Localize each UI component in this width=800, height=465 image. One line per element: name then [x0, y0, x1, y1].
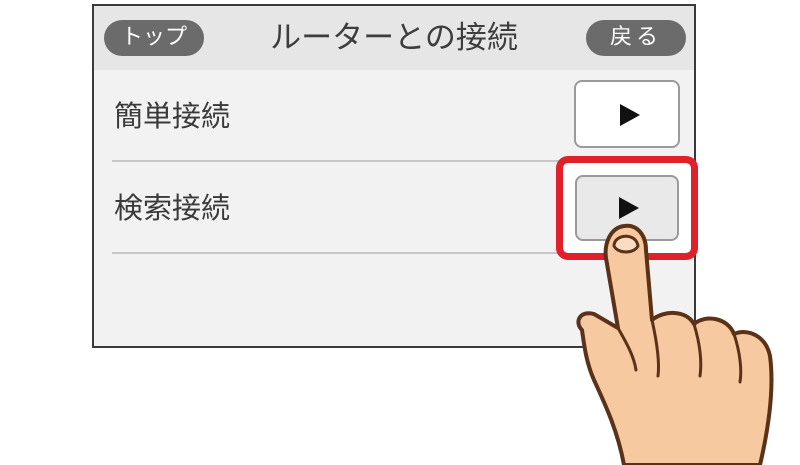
menu-item-easy-connect: 簡単接続 — [112, 70, 680, 162]
back-button[interactable]: 戻る — [586, 20, 686, 56]
easy-connect-arrow-button[interactable] — [574, 80, 680, 148]
page-title: ルーターとの接続 — [270, 20, 518, 56]
menu-item-label: 簡単接続 — [114, 99, 231, 133]
pointing-hand-icon — [576, 223, 774, 465]
play-arrow-icon — [620, 104, 640, 126]
header-bar: トップ ルーターとの接続 戻る — [94, 6, 694, 70]
menu-item-label: 検索接続 — [114, 191, 231, 225]
top-button[interactable]: トップ — [104, 20, 204, 56]
